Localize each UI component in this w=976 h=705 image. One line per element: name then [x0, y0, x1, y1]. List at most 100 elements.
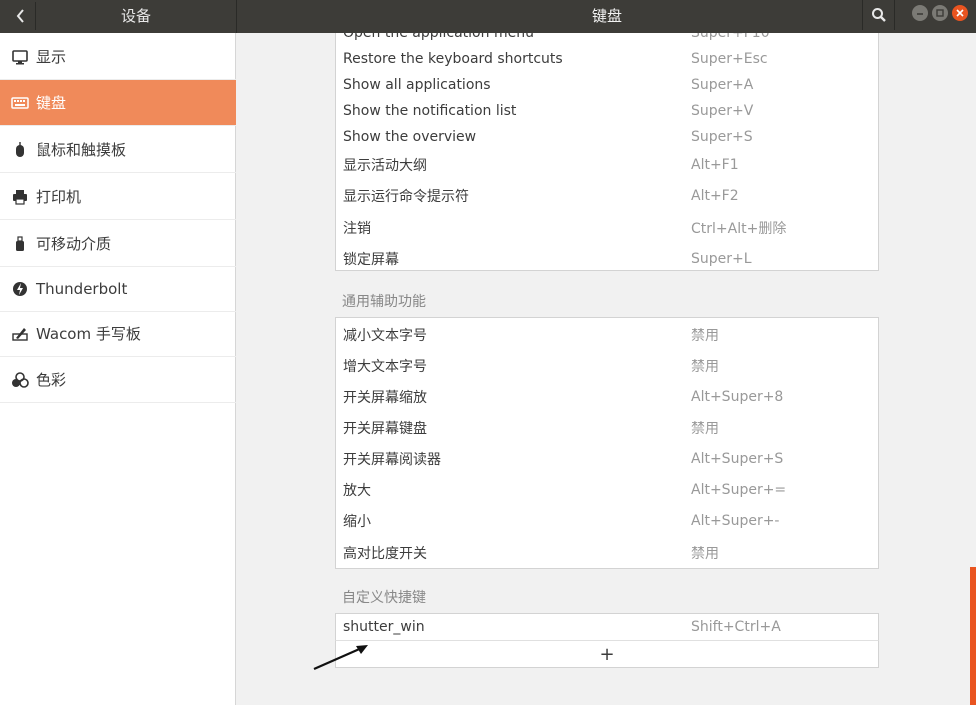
shortcut-row[interactable]: Show the notification list Super+V	[336, 98, 878, 124]
shortcut-name: 开关屏幕缩放	[343, 390, 427, 406]
keyboard-icon	[0, 96, 36, 110]
sidebar-item-keyboard[interactable]: 键盘	[0, 80, 236, 126]
shortcut-list-accessibility: 减小文本字号 禁用 增大文本字号 禁用 开关屏幕缩放 Alt+Super+8 开…	[335, 317, 879, 569]
shortcut-list-system: Open the application menu Super+F10 Rest…	[335, 33, 879, 271]
shortcut-name: Open the application menu	[343, 33, 534, 41]
close-icon	[956, 9, 964, 17]
sidebar-item-label: 色彩	[36, 371, 67, 389]
shortcut-accel: Alt+Super+S	[691, 451, 784, 467]
shortcut-row[interactable]: shutter_win Shift+Ctrl+A	[336, 614, 878, 640]
sidebar-item-label: Wacom 手写板	[36, 325, 141, 343]
sidebar-item-wacom[interactable]: Wacom 手写板	[0, 311, 236, 357]
shortcut-list-custom: shutter_win Shift+Ctrl+A	[335, 613, 879, 641]
shortcuts-panel: Open the application menu Super+F10 Rest…	[237, 33, 976, 705]
color-icon	[0, 371, 36, 388]
thunderbolt-icon	[0, 281, 36, 297]
search-button[interactable]	[862, 0, 895, 30]
shortcut-row[interactable]: 开关屏幕键盘 禁用	[336, 413, 878, 443]
shortcut-row[interactable]: 注销 Ctrl+Alt+删除	[336, 212, 878, 243]
shortcut-accel: Ctrl+Alt+删除	[691, 220, 787, 237]
display-icon	[0, 49, 36, 65]
shortcut-name: 显示活动大纲	[343, 158, 427, 174]
shortcut-row[interactable]: 缩小 Alt+Super+-	[336, 506, 878, 536]
shortcut-row[interactable]: 放大 Alt+Super+=	[336, 475, 878, 505]
annotation-arrow	[313, 645, 368, 671]
sidebar-item-thunderbolt[interactable]: Thunderbolt	[0, 266, 236, 312]
shortcut-accel: Alt+F1	[691, 157, 739, 173]
shortcut-accel: Alt+F2	[691, 188, 739, 204]
shortcut-row[interactable]: Show the overview Super+S	[336, 124, 878, 150]
shortcut-name: 减小文本字号	[343, 328, 427, 344]
shortcut-row[interactable]: 减小文本字号 禁用	[336, 320, 878, 350]
shortcut-name: Show all applications	[343, 77, 491, 93]
sidebar-header-title: 设备	[120, 7, 151, 25]
shortcut-row[interactable]: 显示运行命令提示符 Alt+F2	[336, 181, 878, 211]
shortcut-name: Show the overview	[343, 129, 477, 145]
shortcut-name: 注销	[343, 220, 371, 237]
sidebar-item-label: 键盘	[36, 94, 67, 112]
maximize-button[interactable]	[932, 5, 948, 21]
shortcut-name: Restore the keyboard shortcuts	[343, 51, 563, 67]
shortcut-accel: Alt+Super+8	[691, 389, 784, 405]
add-shortcut-button[interactable]: +	[335, 640, 879, 668]
search-icon	[871, 8, 886, 22]
shortcut-row[interactable]: 锁定屏幕 Super+L	[336, 243, 878, 274]
shortcut-name: 开关屏幕键盘	[343, 421, 427, 437]
back-button[interactable]	[6, 2, 36, 30]
sidebar-item-label: 可移动介质	[36, 235, 112, 253]
shortcut-accel: Super+V	[691, 103, 754, 119]
shortcut-accel: Shift+Ctrl+A	[691, 619, 781, 635]
sidebar: 显示 键盘 鼠标和触摸板 打印机 可移动介质 Thunderbolt Wacom…	[0, 33, 236, 705]
printer-icon	[0, 189, 36, 205]
shortcut-name: 开关屏幕阅读器	[343, 452, 441, 468]
shortcut-row[interactable]: 显示活动大纲 Alt+F1	[336, 150, 878, 180]
shortcut-accel: 禁用	[691, 421, 719, 437]
shortcut-name: 高对比度开关	[343, 545, 427, 562]
mouse-icon	[0, 141, 36, 158]
minimize-button[interactable]	[912, 5, 928, 21]
sidebar-item-removable-media[interactable]: 可移动介质	[0, 221, 236, 267]
chevron-left-icon	[16, 9, 24, 23]
header-bar: 设备 键盘	[0, 0, 976, 33]
shortcut-accel: Super+A	[691, 77, 754, 93]
shortcut-name: 锁定屏幕	[343, 251, 399, 268]
shortcut-row[interactable]: 增大文本字号 禁用	[336, 351, 878, 381]
sidebar-item-mouse[interactable]: 鼠标和触摸板	[0, 127, 236, 173]
usb-icon	[0, 235, 36, 252]
sidebar-item-printer[interactable]: 打印机	[0, 174, 236, 220]
section-title-accessibility: 通用辅助功能	[342, 294, 426, 310]
shortcut-accel: Alt+Super+-	[691, 513, 780, 529]
shortcut-accel: Super+F10	[691, 33, 770, 41]
sidebar-item-display[interactable]: 显示	[0, 34, 236, 80]
shortcut-row[interactable]: Restore the keyboard shortcuts Super+Esc	[336, 46, 878, 72]
section-title-custom: 自定义快捷键	[342, 590, 426, 606]
shortcut-name: shutter_win	[343, 619, 425, 635]
scroll-indicator	[970, 567, 976, 705]
shortcut-accel: Alt+Super+=	[691, 482, 787, 498]
shortcut-accel: 禁用	[691, 328, 719, 344]
shortcut-accel: Super+Esc	[691, 51, 768, 67]
minimize-icon	[917, 13, 923, 15]
shortcut-name: 缩小	[343, 514, 371, 530]
shortcut-name: Show the notification list	[343, 103, 517, 119]
shortcut-accel: Super+L	[691, 250, 752, 267]
sidebar-item-label: 显示	[36, 48, 67, 66]
close-button[interactable]	[952, 5, 968, 21]
shortcut-name: 显示运行命令提示符	[343, 189, 469, 205]
maximize-icon	[936, 9, 944, 17]
tablet-icon	[0, 326, 36, 342]
shortcut-row[interactable]: Open the application menu Super+F10	[336, 33, 878, 46]
sidebar-item-label: Thunderbolt	[36, 279, 128, 298]
shortcut-row[interactable]: Show all applications Super+A	[336, 72, 878, 98]
sidebar-item-label: 打印机	[36, 188, 82, 206]
shortcut-accel: 禁用	[691, 359, 719, 375]
sidebar-item-color[interactable]: 色彩	[0, 357, 236, 403]
shortcut-name: 放大	[343, 483, 371, 499]
shortcut-name: 增大文本字号	[343, 359, 427, 375]
shortcut-accel: Super+S	[691, 129, 753, 145]
shortcut-row[interactable]: 开关屏幕阅读器 Alt+Super+S	[336, 444, 878, 474]
shortcut-row[interactable]: 开关屏幕缩放 Alt+Super+8	[336, 382, 878, 412]
sidebar-item-label: 鼠标和触摸板	[36, 141, 127, 159]
shortcut-row[interactable]: 高对比度开关 禁用	[336, 537, 878, 568]
shortcut-accel: 禁用	[691, 545, 719, 562]
